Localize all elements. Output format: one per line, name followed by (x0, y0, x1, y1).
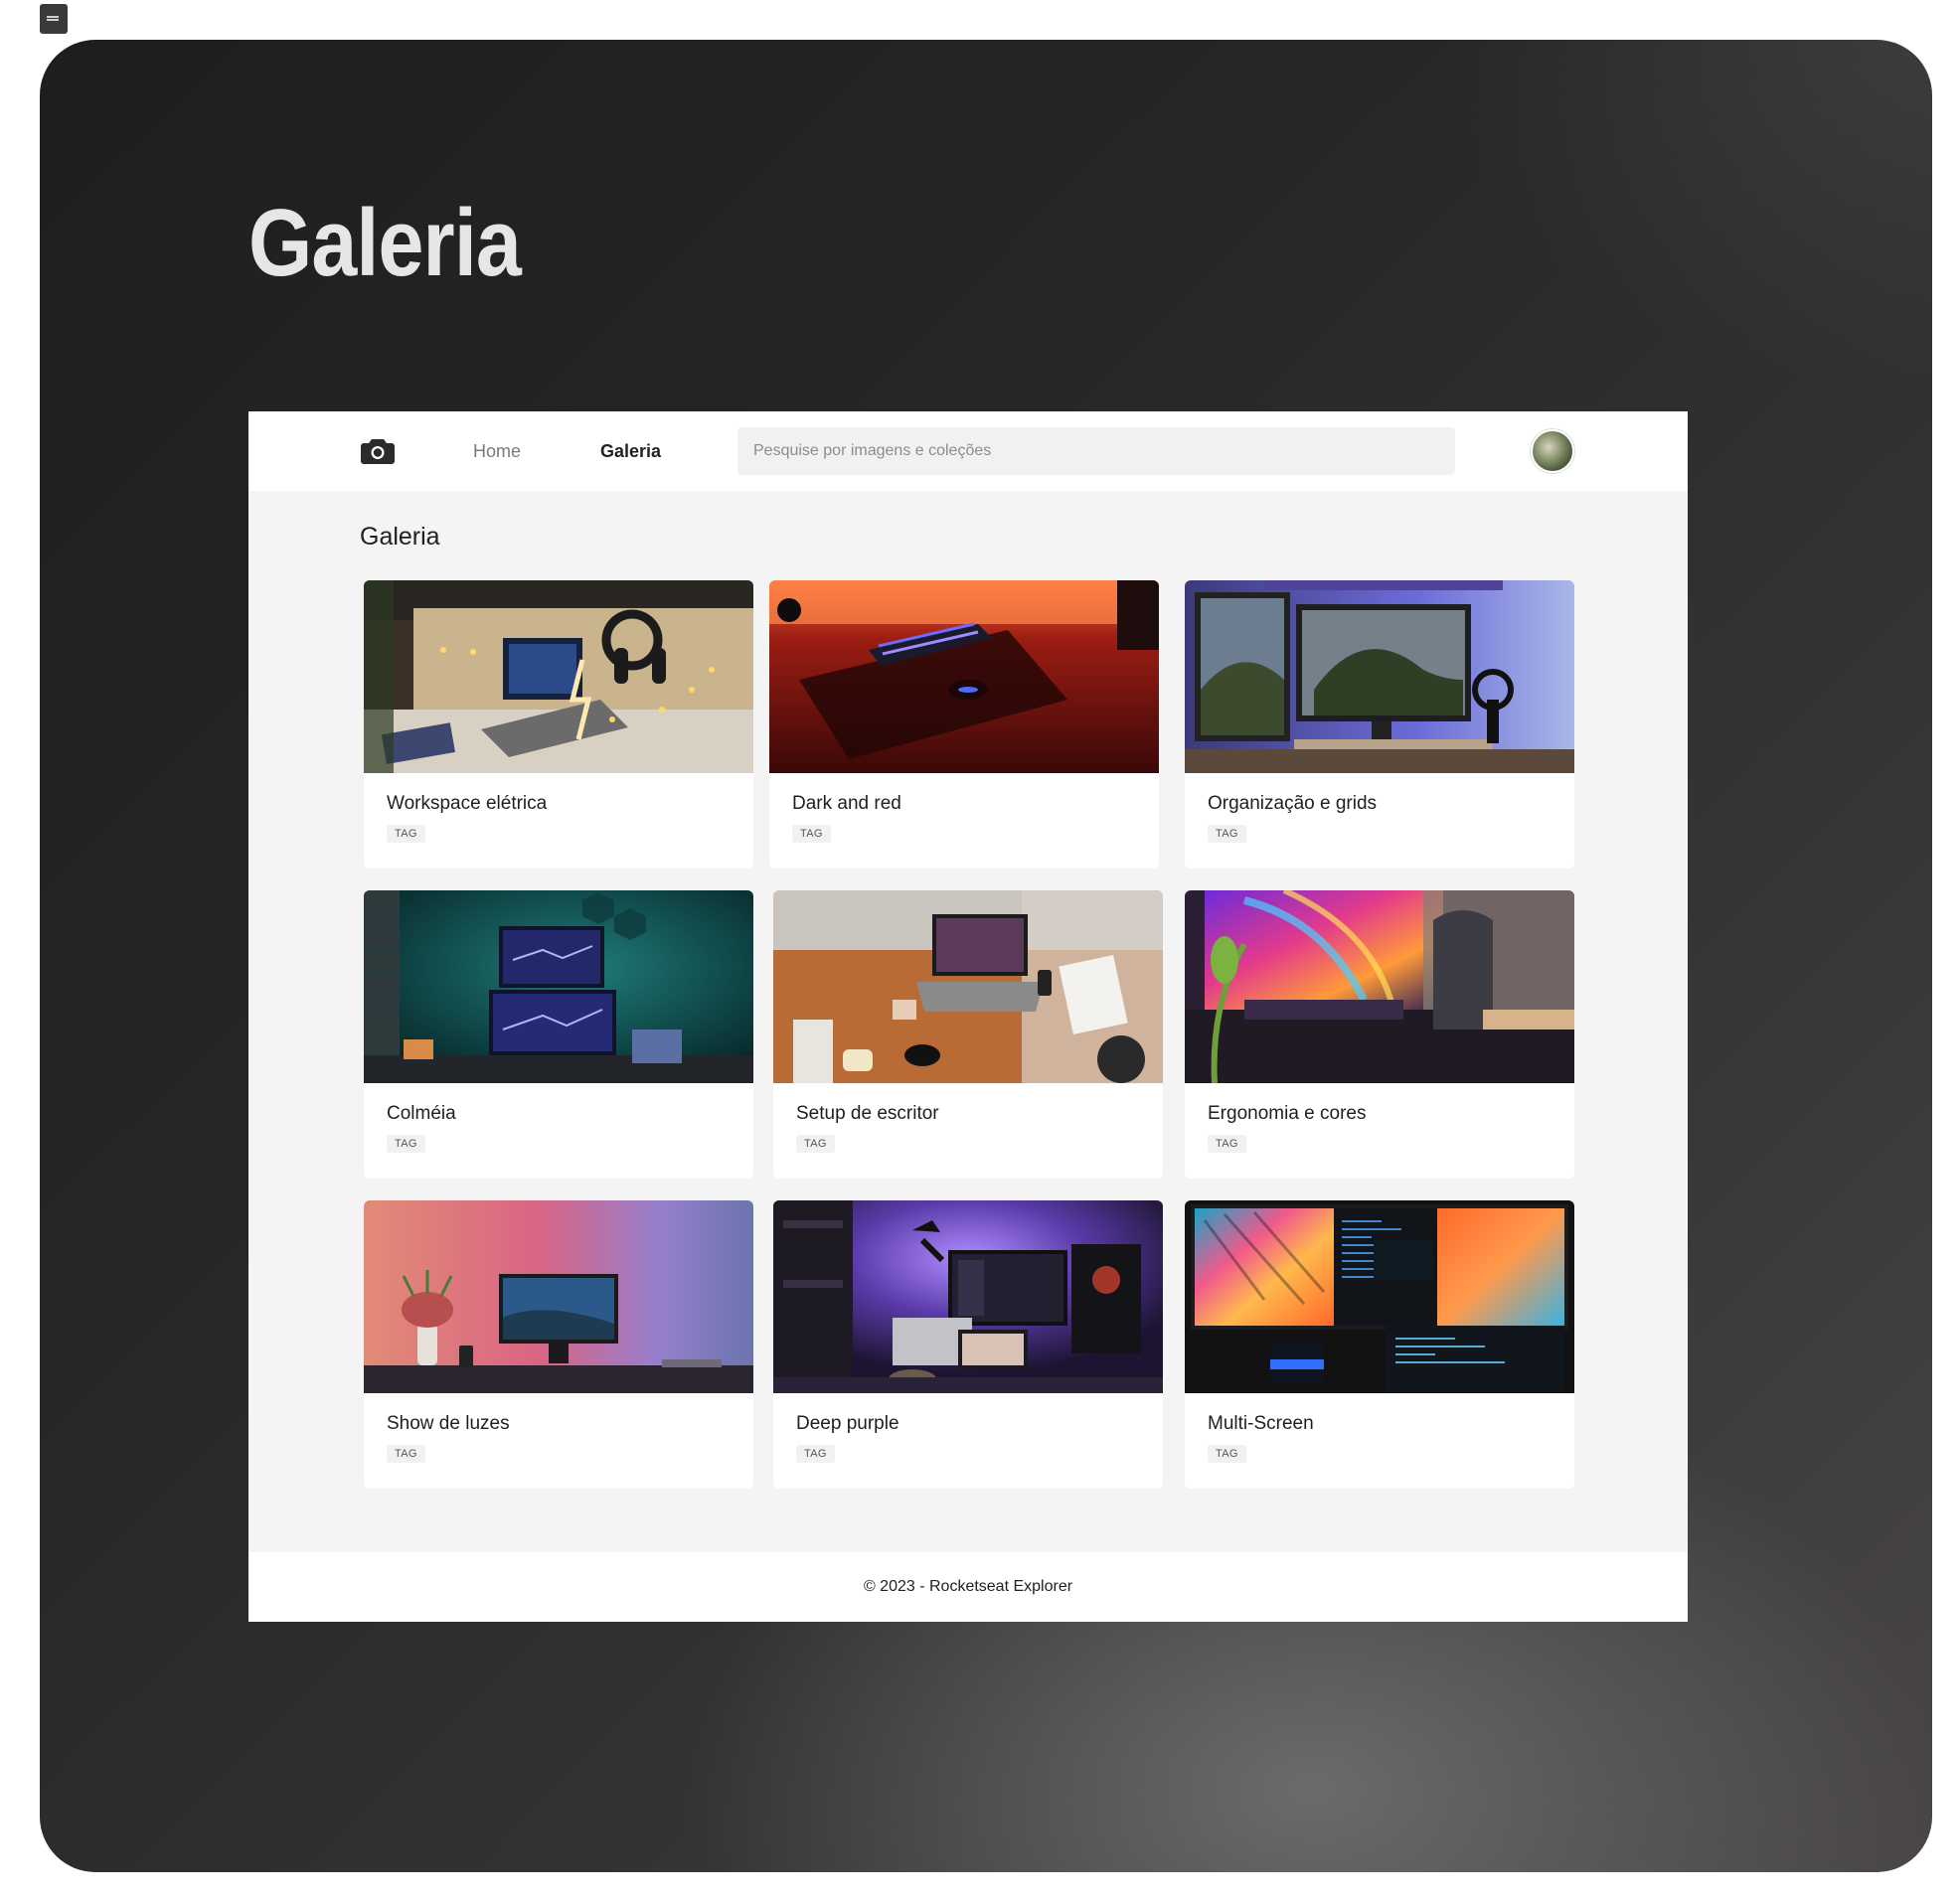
card-photo (364, 1200, 753, 1393)
card-tag: TAG (796, 1135, 835, 1153)
card-title: Organização e grids (1208, 793, 1378, 814)
card-tag: TAG (796, 1445, 835, 1463)
gallery-card-workspace-eletrica[interactable]: Workspace elétrica TAG (364, 580, 753, 869)
gallery-card-organizacao-e-grids[interactable]: Organização e grids TAG (1185, 580, 1574, 869)
card-title: Deep purple (796, 1413, 899, 1434)
card-title: Multi-Screen (1208, 1413, 1314, 1434)
card-photo (364, 890, 753, 1083)
page-title: Galeria (360, 523, 440, 551)
camera-icon[interactable] (360, 437, 396, 465)
card-tag: TAG (387, 825, 425, 843)
search-input[interactable] (737, 427, 1455, 475)
footer-text: © 2023 - Rocketseat Explorer (863, 1578, 1073, 1595)
file-icon (40, 4, 68, 34)
gallery-card-dark-and-red[interactable]: Dark and red TAG (769, 580, 1159, 869)
card-title: Ergonomia e cores (1208, 1103, 1367, 1124)
gallery-card-colmeia[interactable]: Colméia TAG (364, 890, 753, 1179)
card-photo (769, 580, 1159, 773)
card-tag: TAG (1208, 1445, 1246, 1463)
gallery-card-setup-de-escritor[interactable]: Setup de escritor TAG (773, 890, 1163, 1179)
card-tag: TAG (387, 1135, 425, 1153)
gallery-card-multi-screen[interactable]: Multi-Screen TAG (1185, 1200, 1574, 1489)
card-photo (773, 890, 1163, 1083)
hero-title: Galeria (248, 190, 522, 296)
card-tag: TAG (792, 825, 831, 843)
gallery-card-ergonomia-e-cores[interactable]: Ergonomia e cores TAG (1185, 890, 1574, 1179)
card-photo (364, 580, 753, 773)
site-preview: Home Galeria Galeria (248, 411, 1688, 1622)
avatar[interactable] (1531, 429, 1574, 473)
card-tag: TAG (1208, 1135, 1246, 1153)
card-photo (1185, 1200, 1574, 1393)
card-title: Colméia (387, 1103, 456, 1124)
card-photo (773, 1200, 1163, 1393)
card-title: Dark and red (792, 793, 901, 814)
card-photo (1185, 580, 1574, 773)
card-tag: TAG (387, 1445, 425, 1463)
card-photo (1185, 890, 1574, 1083)
card-title: Workspace elétrica (387, 793, 548, 814)
presentation-frame: Galeria Home Galeria Galeria (40, 40, 1932, 1872)
gallery-card-deep-purple[interactable]: Deep purple TAG (773, 1200, 1163, 1489)
gallery-card-show-de-luzes[interactable]: Show de luzes TAG (364, 1200, 753, 1489)
card-tag: TAG (1208, 825, 1246, 843)
footer: © 2023 - Rocketseat Explorer (248, 1552, 1688, 1622)
card-title: Setup de escritor (796, 1103, 939, 1124)
nav-home-link[interactable]: Home (473, 441, 521, 462)
top-navbar: Home Galeria (248, 411, 1688, 491)
card-title: Show de luzes (387, 1413, 510, 1434)
nav-galeria-link[interactable]: Galeria (600, 441, 661, 462)
